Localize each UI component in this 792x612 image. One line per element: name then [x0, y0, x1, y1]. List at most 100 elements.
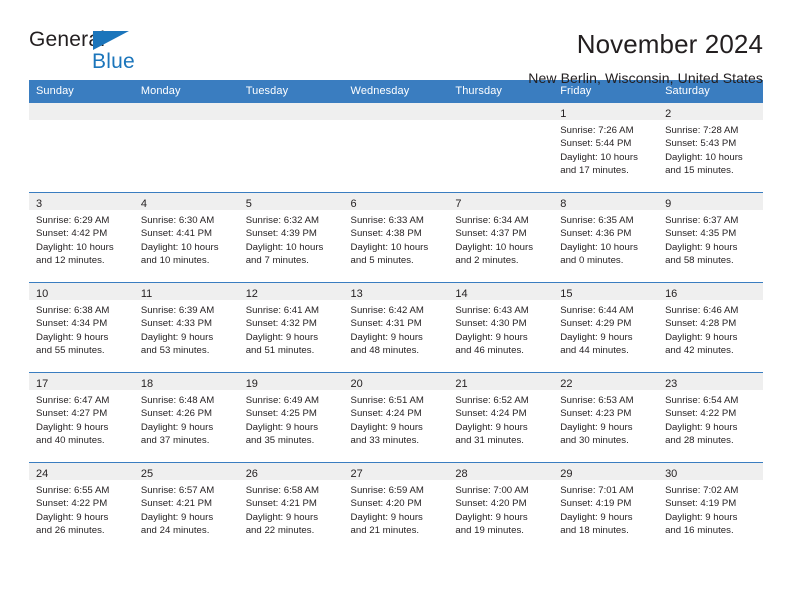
calendar-day-cell[interactable]: 26 Sunrise: 6:58 AM Sunset: 4:21 PM Dayligh…	[238, 462, 344, 553]
calendar-day-cell[interactable]: 28 Sunrise: 7:00 AM Sunset: 4:20 PM Dayligh…	[448, 462, 554, 553]
sunrise-text: Sunrise: 6:37 AM	[665, 215, 739, 226]
calendar-day-cell[interactable]: 3 Sunrise: 6:29 AM Sunset: 4:42 PM Daylight…	[29, 192, 134, 283]
day-cell-inner: 4 Sunrise: 6:30 AM Sunset: 4:41 PM Daylight…	[133, 193, 239, 282]
calendar-day-cell[interactable]: 18 Sunrise: 6:48 AM Sunset: 4:26 PM Dayligh…	[133, 372, 239, 463]
day-cell-details: Sunrise: 6:29 AM Sunset: 4:42 PM Daylight:…	[29, 210, 134, 268]
day-cell-inner	[343, 103, 449, 192]
calendar-day-cell[interactable]: 5 Sunrise: 6:32 AM Sunset: 4:39 PM Daylight…	[238, 192, 344, 283]
day-number: 3	[36, 198, 43, 210]
calendar-day-cell[interactable]: 2 Sunrise: 7:28 AM Sunset: 5:43 PM Daylight…	[658, 102, 763, 193]
calendar-day-cell[interactable]: 15 Sunrise: 6:44 AM Sunset: 4:29 PM Dayligh…	[553, 282, 659, 373]
day-number: 9	[665, 198, 672, 210]
sunset-text: Sunset: 4:28 PM	[665, 318, 737, 330]
day-cell-inner: 16 Sunrise: 6:46 AM Sunset: 4:28 PM Dayligh…	[658, 283, 763, 372]
calendar-day-cell[interactable]: 20 Sunrise: 6:51 AM Sunset: 4:24 PM Dayligh…	[343, 372, 449, 463]
sunset-text: Sunset: 4:35 PM	[665, 228, 737, 240]
daylight-text-line2: and 37 minutes.	[140, 435, 210, 447]
day-cell-details: Sunrise: 6:35 AM Sunset: 4:36 PM Daylight:…	[553, 210, 658, 268]
sunrise-text: Sunrise: 6:59 AM	[350, 485, 424, 496]
calendar-day-cell[interactable]: 12 Sunrise: 6:41 AM Sunset: 4:32 PM Dayligh…	[238, 282, 344, 373]
day-cell-inner: 11 Sunrise: 6:39 AM Sunset: 4:33 PM Dayligh…	[133, 283, 239, 372]
sunrise-text: Sunrise: 6:42 AM	[350, 305, 424, 316]
brand-name-blue: Blue	[92, 50, 135, 73]
day-number: 7	[455, 198, 462, 210]
sunrise-text: Sunrise: 6:33 AM	[350, 215, 424, 226]
sunrise-text: Sunrise: 6:43 AM	[455, 305, 529, 316]
daylight-text-line1: Daylight: 9 hours	[245, 421, 319, 433]
day-number: 27	[350, 468, 363, 480]
calendar-day-cell[interactable]: 11 Sunrise: 6:39 AM Sunset: 4:33 PM Dayligh…	[133, 282, 239, 373]
calendar-day-cell[interactable]: 14 Sunrise: 6:43 AM Sunset: 4:30 PM Dayligh…	[448, 282, 554, 373]
day-cell-inner: 20 Sunrise: 6:51 AM Sunset: 4:24 PM Dayligh…	[343, 373, 449, 462]
day-number: 2	[665, 108, 672, 120]
sunset-text: Sunset: 4:37 PM	[455, 228, 527, 240]
day-cell-details: Sunrise: 7:28 AM Sunset: 5:43 PM Daylight:…	[658, 120, 763, 178]
day-number-strip: 24	[29, 463, 134, 480]
calendar-day-cell[interactable]: 23 Sunrise: 6:54 AM Sunset: 4:22 PM Dayligh…	[658, 372, 763, 463]
daylight-text-line2: and 35 minutes.	[245, 435, 315, 447]
day-number-strip	[343, 103, 449, 120]
day-number-strip: 25	[133, 463, 239, 480]
calendar-day-cell[interactable]: 16 Sunrise: 6:46 AM Sunset: 4:28 PM Dayligh…	[658, 282, 763, 373]
day-cell-details: Sunrise: 6:33 AM Sunset: 4:38 PM Daylight:…	[344, 210, 449, 268]
day-cell-inner: 19 Sunrise: 6:49 AM Sunset: 4:25 PM Dayligh…	[238, 373, 344, 462]
calendar-day-cell[interactable]: 10 Sunrise: 6:38 AM Sunset: 4:34 PM Dayligh…	[29, 282, 134, 373]
daylight-text-line2: and 24 minutes.	[140, 525, 210, 537]
calendar-day-cell[interactable]: 21 Sunrise: 6:52 AM Sunset: 4:24 PM Dayligh…	[448, 372, 554, 463]
calendar-day-cell[interactable]: 1 Sunrise: 7:26 AM Sunset: 5:44 PM Daylight…	[553, 102, 659, 193]
calendar-day-cell[interactable]: 8 Sunrise: 6:35 AM Sunset: 4:36 PM Daylight…	[553, 192, 659, 283]
day-cell-details: Sunrise: 6:42 AM Sunset: 4:31 PM Daylight:…	[344, 300, 449, 358]
day-cell-details: Sunrise: 6:59 AM Sunset: 4:20 PM Daylight:…	[344, 480, 449, 538]
day-number: 6	[350, 198, 357, 210]
calendar-day-cell[interactable]: 29 Sunrise: 7:01 AM Sunset: 4:19 PM Dayligh…	[553, 462, 659, 553]
daylight-text-line2: and 40 minutes.	[36, 435, 105, 447]
brand-logo[interactable]: General Blue	[29, 27, 147, 79]
calendar-day-cell[interactable]: 24 Sunrise: 6:55 AM Sunset: 4:22 PM Dayligh…	[29, 462, 134, 553]
day-cell-details: Sunrise: 6:34 AM Sunset: 4:37 PM Daylight:…	[448, 210, 553, 268]
day-number-strip: 19	[238, 373, 344, 390]
calendar-day-cell[interactable]: 25 Sunrise: 6:57 AM Sunset: 4:21 PM Dayligh…	[133, 462, 239, 553]
day-number: 15	[560, 288, 573, 300]
day-number: 25	[140, 468, 154, 480]
day-cell-inner: 17 Sunrise: 6:47 AM Sunset: 4:27 PM Dayligh…	[29, 373, 134, 462]
day-number-strip: 10	[29, 283, 134, 300]
sunrise-text: Sunrise: 6:30 AM	[140, 215, 215, 226]
calendar-day-cell[interactable]: 19 Sunrise: 6:49 AM Sunset: 4:25 PM Dayligh…	[238, 372, 344, 463]
day-number: 18	[140, 378, 154, 390]
sunset-text: Sunset: 4:30 PM	[455, 318, 527, 330]
sunrise-text: Sunrise: 7:02 AM	[665, 485, 739, 496]
page-title: November 2024	[576, 29, 763, 59]
day-cell-inner: 6 Sunrise: 6:33 AM Sunset: 4:38 PM Daylight…	[343, 193, 449, 282]
calendar-day-cell[interactable]: 17 Sunrise: 6:47 AM Sunset: 4:27 PM Dayligh…	[29, 372, 134, 463]
sunrise-text: Sunrise: 6:55 AM	[36, 485, 110, 496]
day-cell-inner	[448, 103, 554, 192]
sunrise-text: Sunrise: 6:54 AM	[665, 395, 739, 406]
day-cell-inner: 14 Sunrise: 6:43 AM Sunset: 4:30 PM Dayligh…	[448, 283, 554, 372]
day-cell-details: Sunrise: 6:32 AM Sunset: 4:39 PM Daylight:…	[239, 210, 344, 268]
sunrise-text: Sunrise: 6:32 AM	[245, 215, 320, 226]
day-cell-details: Sunrise: 6:38 AM Sunset: 4:34 PM Daylight:…	[29, 300, 134, 358]
sunset-text: Sunset: 4:23 PM	[560, 408, 632, 420]
daylight-text-line1: Daylight: 9 hours	[665, 511, 738, 523]
calendar-day-cell[interactable]: 7 Sunrise: 6:34 AM Sunset: 4:37 PM Daylight…	[448, 192, 554, 283]
calendar-day-cell[interactable]: 13 Sunrise: 6:42 AM Sunset: 4:31 PM Dayligh…	[343, 282, 449, 373]
day-number-strip: 21	[448, 373, 554, 390]
daylight-text-line2: and 21 minutes.	[350, 525, 420, 537]
daylight-text-line2: and 53 minutes.	[140, 345, 210, 357]
calendar-day-cell[interactable]: 27 Sunrise: 6:59 AM Sunset: 4:20 PM Dayligh…	[343, 462, 449, 553]
daylight-text-line2: and 16 minutes.	[665, 525, 734, 537]
calendar-day-cell[interactable]: 22 Sunrise: 6:53 AM Sunset: 4:23 PM Dayligh…	[553, 372, 659, 463]
calendar-day-cell[interactable]: 4 Sunrise: 6:30 AM Sunset: 4:41 PM Daylight…	[133, 192, 239, 283]
sunrise-text: Sunrise: 6:47 AM	[36, 395, 110, 406]
sunset-text: Sunset: 4:29 PM	[560, 318, 632, 330]
calendar-day-cell[interactable]: 9 Sunrise: 6:37 AM Sunset: 4:35 PM Daylight…	[658, 192, 763, 283]
day-cell-details: Sunrise: 6:57 AM Sunset: 4:21 PM Daylight:…	[134, 480, 239, 538]
daylight-text-line2: and 58 minutes.	[665, 255, 734, 267]
sunrise-text: Sunrise: 6:46 AM	[665, 305, 739, 316]
calendar-day-cell[interactable]: 6 Sunrise: 6:33 AM Sunset: 4:38 PM Daylight…	[343, 192, 449, 283]
day-cell-inner: 2 Sunrise: 7:28 AM Sunset: 5:43 PM Daylight…	[658, 103, 763, 192]
daylight-text-line1: Daylight: 9 hours	[36, 331, 109, 343]
calendar-day-cell[interactable]: 30 Sunrise: 7:02 AM Sunset: 4:19 PM Dayligh…	[658, 462, 763, 553]
day-cell-inner: 28 Sunrise: 7:00 AM Sunset: 4:20 PM Dayligh…	[448, 463, 554, 553]
day-number-strip: 4	[133, 193, 239, 210]
